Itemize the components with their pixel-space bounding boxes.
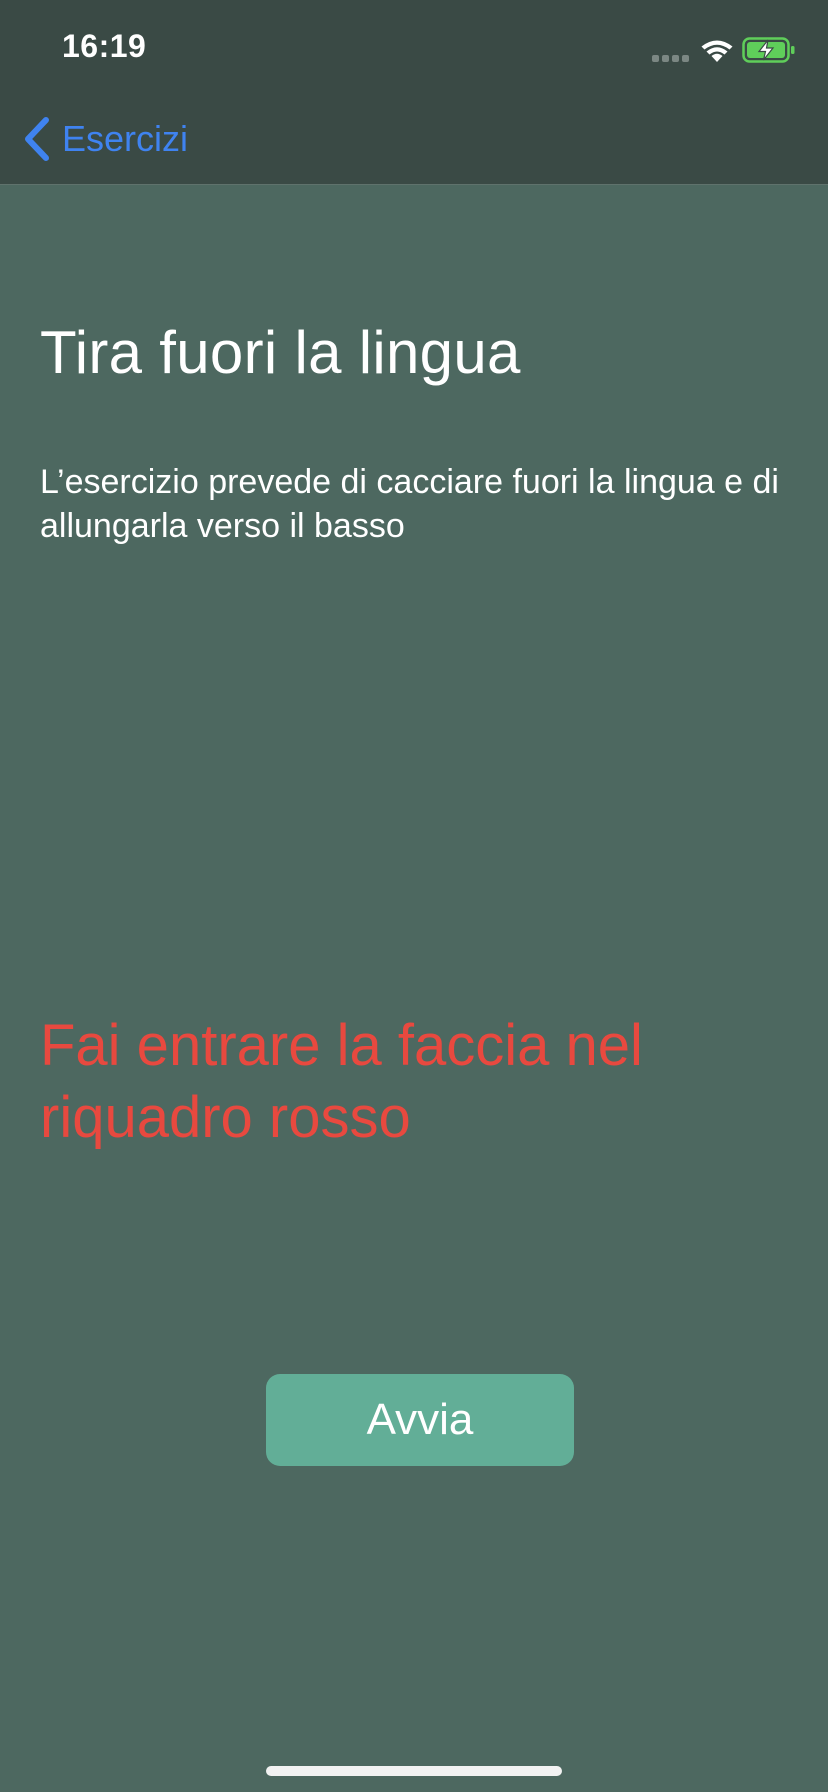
chevron-left-icon — [25, 117, 49, 161]
face-position-warning: Fai entrare la faccia nel riquadro rosso — [40, 1013, 643, 1150]
status-time: 16:19 — [62, 28, 147, 64]
exercise-description: L’esercizio prevede di cacciare fuori la… — [40, 463, 779, 545]
back-button-label: Esercizi — [62, 118, 189, 159]
exercise-title: Tira fuori la lingua — [40, 319, 521, 386]
start-button[interactable]: Avvia — [266, 1374, 574, 1466]
home-indicator[interactable] — [266, 1766, 562, 1776]
battery-charging-icon — [742, 37, 795, 63]
wifi-icon — [701, 40, 733, 62]
exercise-screen: 16:19 Esercizi Tira fuori la lingua L’es… — [0, 0, 828, 1792]
cellular-signal-icon — [652, 52, 690, 62]
top-bar: 16:19 Esercizi — [0, 0, 828, 185]
back-button[interactable]: Esercizi — [22, 112, 188, 166]
